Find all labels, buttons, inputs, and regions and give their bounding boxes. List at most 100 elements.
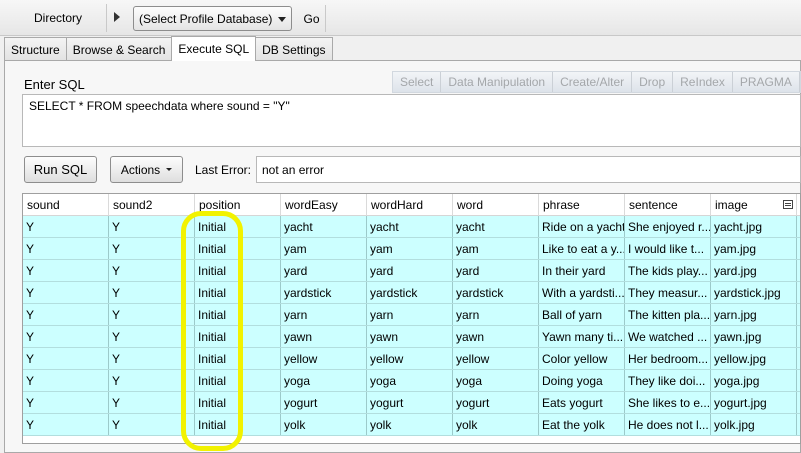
directory-button[interactable]: Directory xyxy=(8,4,108,32)
toolbar-select[interactable]: Select xyxy=(393,72,442,92)
toolbar-create-alter[interactable]: Create/Alter xyxy=(553,72,633,92)
table-cell-phrase[interactable]: Ride on a yacht xyxy=(539,216,625,237)
tab-db-settings[interactable]: DB Settings xyxy=(255,37,333,61)
column-header-position[interactable]: position xyxy=(195,194,281,216)
table-cell-word[interactable]: yoga xyxy=(453,370,539,391)
table-cell-sound[interactable]: Y xyxy=(23,414,109,435)
table-cell-sound[interactable]: Y xyxy=(23,370,109,391)
run-sql-button[interactable]: Run SQL xyxy=(24,156,97,183)
table-row[interactable]: Y Y Initial yolk yolk yolk Eat the yolk He does… xyxy=(23,414,800,436)
table-cell-wordeasy[interactable]: yarn xyxy=(281,304,367,325)
table-cell-sound2[interactable]: Y xyxy=(109,260,195,281)
table-cell-image[interactable]: yellow.jpg xyxy=(711,348,797,369)
table-cell-sentence[interactable]: Her bedroom... xyxy=(625,348,711,369)
toolbar-data-manipulation[interactable]: Data Manipulation xyxy=(441,72,554,92)
table-cell-phrase[interactable]: In their yard xyxy=(539,260,625,281)
table-cell-image[interactable]: yam.jpg xyxy=(711,238,797,259)
table-cell-sentence[interactable]: They measur... xyxy=(625,282,711,303)
table-cell-wordeasy[interactable]: yellow xyxy=(281,348,367,369)
table-cell-word[interactable]: yawn xyxy=(453,326,539,347)
table-cell-word[interactable]: yam xyxy=(453,238,539,259)
table-cell-position[interactable]: Initial xyxy=(195,414,281,435)
table-cell-sound[interactable]: Y xyxy=(23,304,109,325)
table-row[interactable]: Y Y Initial yard yard yard In their yard The ki… xyxy=(23,260,800,282)
table-cell-wordhard[interactable]: yolk xyxy=(367,414,453,435)
column-header-image[interactable]: image xyxy=(711,194,797,216)
profile-database-select[interactable]: (Select Profile Database) xyxy=(133,6,292,31)
table-cell-word[interactable]: yacht xyxy=(453,216,539,237)
table-cell-sound[interactable]: Y xyxy=(23,260,109,281)
table-cell-sentence[interactable]: She likes to e... xyxy=(625,392,711,413)
table-cell-wordeasy[interactable]: yoga xyxy=(281,370,367,391)
column-header-sound2[interactable]: sound2 xyxy=(109,194,195,216)
table-cell-position[interactable]: Initial xyxy=(195,238,281,259)
table-cell-image[interactable]: yolk.jpg xyxy=(711,414,797,435)
table-cell-wordhard[interactable]: yogurt xyxy=(367,392,453,413)
table-cell-wordhard[interactable]: yellow xyxy=(367,348,453,369)
tab-execute-sql[interactable]: Execute SQL xyxy=(171,36,257,61)
table-cell-wordeasy[interactable]: yawn xyxy=(281,326,367,347)
table-cell-sound[interactable]: Y xyxy=(23,282,109,303)
table-cell-wordeasy[interactable]: yogurt xyxy=(281,392,367,413)
table-cell-phrase[interactable]: Eat the yolk xyxy=(539,414,625,435)
table-cell-word[interactable]: yard xyxy=(453,260,539,281)
table-cell-sound2[interactable]: Y xyxy=(109,304,195,325)
column-header-wordeasy[interactable]: wordEasy xyxy=(281,194,367,216)
table-cell-phrase[interactable]: Eats yogurt xyxy=(539,392,625,413)
table-cell-word[interactable]: yardstick xyxy=(453,282,539,303)
table-cell-sentence[interactable]: The kitten pla... xyxy=(625,304,711,325)
table-cell-sentence[interactable]: He does not l... xyxy=(625,414,711,435)
toolbar-pragma[interactable]: PRAGMA xyxy=(733,72,800,92)
table-cell-wordhard[interactable]: yardstick xyxy=(367,282,453,303)
table-cell-word[interactable]: yolk xyxy=(453,414,539,435)
table-cell-image[interactable]: yawn.jpg xyxy=(711,326,797,347)
toolbar-reindex[interactable]: ReIndex xyxy=(673,72,733,92)
table-cell-sound2[interactable]: Y xyxy=(109,238,195,259)
table-cell-image[interactable]: yarn.jpg xyxy=(711,304,797,325)
table-cell-sound2[interactable]: Y xyxy=(109,414,195,435)
table-cell-image[interactable]: yacht.jpg xyxy=(711,216,797,237)
table-cell-wordhard[interactable]: yawn xyxy=(367,326,453,347)
table-cell-sound[interactable]: Y xyxy=(23,326,109,347)
table-row[interactable]: Y Y Initial yardstick yardstick yardstick With… xyxy=(23,282,800,304)
table-cell-sentence[interactable]: We watched ... xyxy=(625,326,711,347)
table-cell-sound2[interactable]: Y xyxy=(109,392,195,413)
toolbar-drop[interactable]: Drop xyxy=(632,72,674,92)
table-cell-sentence[interactable]: They like doi... xyxy=(625,370,711,391)
column-header-word[interactable]: word xyxy=(453,194,539,216)
go-button[interactable]: Go xyxy=(298,5,326,32)
table-cell-wordeasy[interactable]: yard xyxy=(281,260,367,281)
table-cell-phrase[interactable]: Ball of yarn xyxy=(539,304,625,325)
table-row[interactable]: Y Y Initial yellow yellow yellow Color yellow H… xyxy=(23,348,800,370)
table-row[interactable]: Y Y Initial yawn yawn yawn Yawn many ti... We w… xyxy=(23,326,800,348)
table-cell-word[interactable]: yogurt xyxy=(453,392,539,413)
play-icon[interactable] xyxy=(114,12,120,22)
table-cell-position[interactable]: Initial xyxy=(195,326,281,347)
table-cell-word[interactable]: yellow xyxy=(453,348,539,369)
column-header-wordhard[interactable]: wordHard xyxy=(367,194,453,216)
table-row[interactable]: Y Y Initial yarn yarn yarn Ball of yarn The kit… xyxy=(23,304,800,326)
table-cell-image[interactable]: yoga.jpg xyxy=(711,370,797,391)
column-header-sound[interactable]: sound xyxy=(23,194,109,216)
table-cell-position[interactable]: Initial xyxy=(195,282,281,303)
results-grid[interactable]: sound sound2 position wordEasy wordHard word p… xyxy=(22,193,801,444)
table-cell-position[interactable]: Initial xyxy=(195,304,281,325)
table-cell-wordeasy[interactable]: yolk xyxy=(281,414,367,435)
table-cell-position[interactable]: Initial xyxy=(195,216,281,237)
table-cell-sound[interactable]: Y xyxy=(23,216,109,237)
table-cell-sentence[interactable]: The kids play... xyxy=(625,260,711,281)
column-header-sentence[interactable]: sentence xyxy=(625,194,711,216)
table-cell-position[interactable]: Initial xyxy=(195,370,281,391)
table-cell-phrase[interactable]: Like to eat a y... xyxy=(539,238,625,259)
tab-browse-search[interactable]: Browse & Search xyxy=(65,37,173,61)
table-cell-wordhard[interactable]: yarn xyxy=(367,304,453,325)
table-cell-wordeasy[interactable]: yacht xyxy=(281,216,367,237)
column-chooser-icon[interactable] xyxy=(783,200,793,209)
table-cell-wordhard[interactable]: yard xyxy=(367,260,453,281)
table-cell-phrase[interactable]: Color yellow xyxy=(539,348,625,369)
table-cell-sound2[interactable]: Y xyxy=(109,326,195,347)
table-cell-word[interactable]: yarn xyxy=(453,304,539,325)
table-cell-image[interactable]: yogurt.jpg xyxy=(711,392,797,413)
table-row[interactable]: Y Y Initial yoga yoga yoga Doing yoga They like… xyxy=(23,370,800,392)
table-cell-sound2[interactable]: Y xyxy=(109,282,195,303)
